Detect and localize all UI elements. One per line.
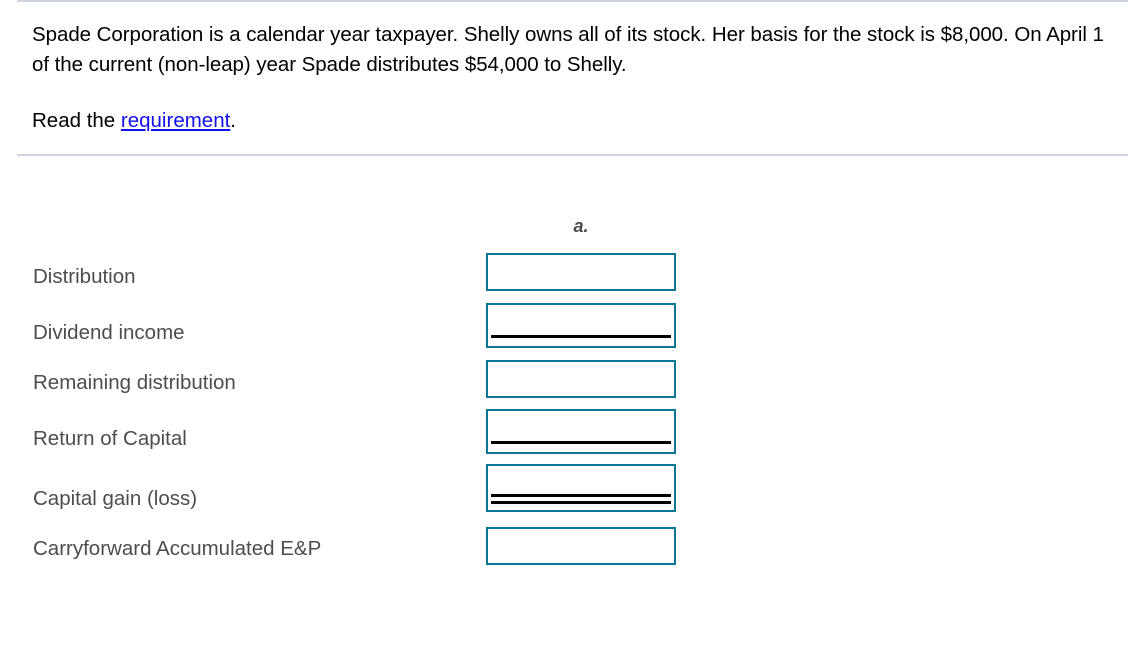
answer-box-remaining-distribution[interactable]	[486, 360, 676, 398]
row-label-carryforward-accumulated-ep: Carryforward Accumulated E&P	[33, 537, 322, 560]
answer-input-return-of-capital[interactable]	[488, 411, 674, 452]
answer-input-distribution[interactable]	[488, 255, 674, 289]
answer-box-carryforward-accumulated-ep[interactable]	[486, 527, 676, 565]
answer-box-return-of-capital[interactable]	[486, 409, 676, 454]
row-label-return-of-capital: Return of Capital	[33, 427, 187, 450]
subtotal-rule-return-of-capital	[491, 441, 671, 444]
answer-box-capital-gain-loss[interactable]	[486, 464, 676, 512]
answer-input-dividend-income[interactable]	[488, 305, 674, 346]
row-label-distribution: Distribution	[33, 265, 136, 288]
answer-worksheet: a. Distribution Dividend income Remainin…	[0, 0, 1132, 650]
answer-input-remaining-distribution[interactable]	[488, 362, 674, 396]
row-label-dividend-income: Dividend income	[33, 321, 185, 344]
total-rule-top-capital-gain-loss	[491, 494, 671, 497]
row-label-capital-gain-loss: Capital gain (loss)	[33, 487, 198, 510]
answer-box-distribution[interactable]	[486, 253, 676, 291]
row-label-remaining-distribution: Remaining distribution	[33, 371, 236, 394]
column-header-a: a.	[573, 216, 589, 236]
answer-box-dividend-income[interactable]	[486, 303, 676, 348]
answer-input-carryforward-accumulated-ep[interactable]	[488, 529, 674, 563]
subtotal-rule-dividend-income	[491, 335, 671, 338]
total-rule-bottom-capital-gain-loss	[491, 501, 671, 504]
